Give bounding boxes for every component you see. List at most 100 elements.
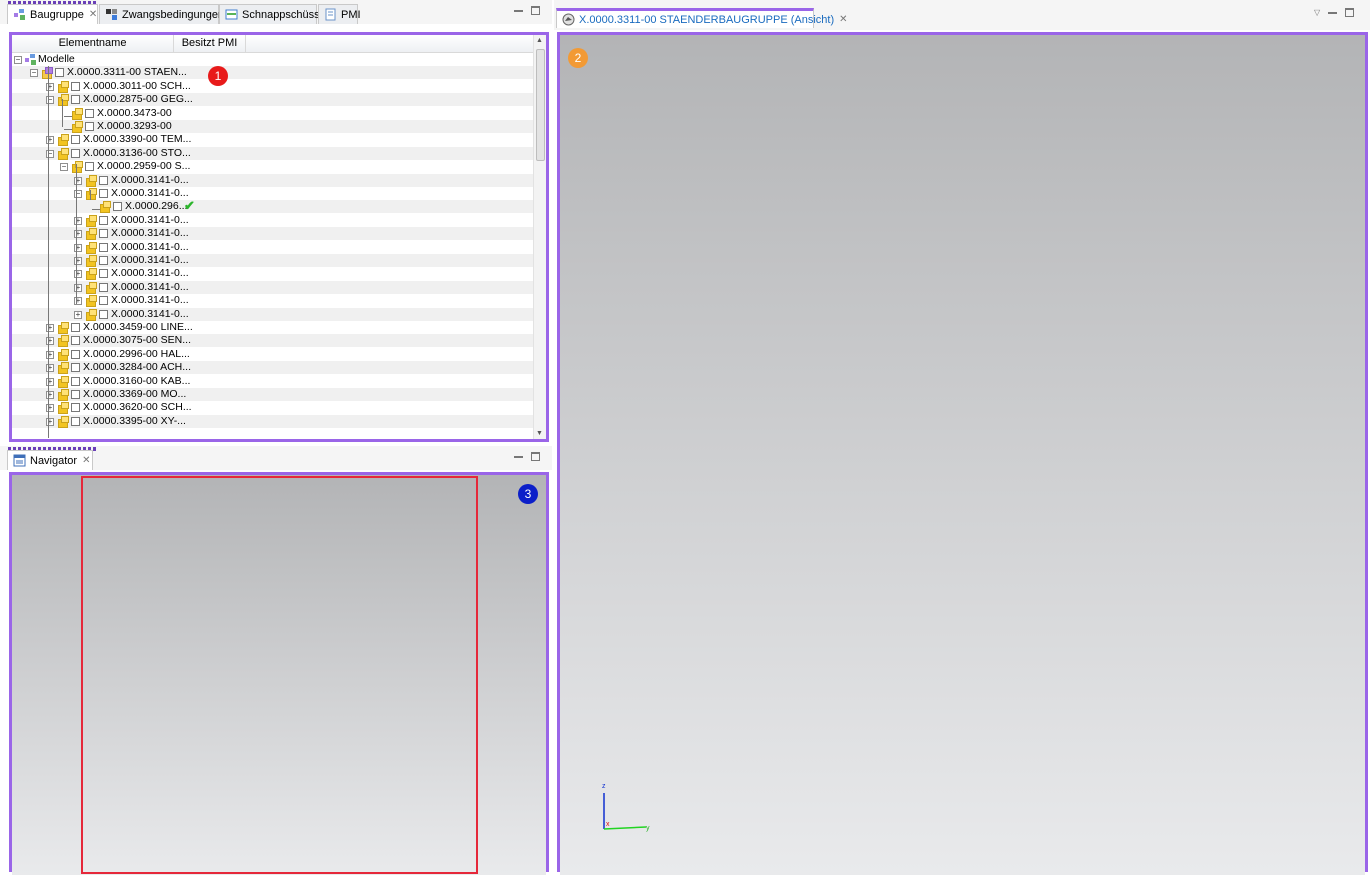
panel-controls <box>514 6 540 15</box>
visibility-checkbox[interactable] <box>85 162 94 172</box>
tree-row[interactable]: − X.0000.3136-00 STO... <box>12 146 533 160</box>
tree-row[interactable]: − X.0000.2875-00 GEG... <box>12 93 533 107</box>
3d-viewport[interactable] <box>560 35 1365 875</box>
tree-row[interactable]: + X.0000.3141-0... <box>12 307 533 321</box>
tree-connector <box>48 66 49 439</box>
tree-row[interactable]: + X.0000.2996-00 HAL... <box>12 348 533 361</box>
tree-row[interactable]: + X.0000.3395-00 XY-... <box>12 414 533 428</box>
collapse-icon[interactable]: − <box>30 69 38 78</box>
scroll-up-icon[interactable]: ▲ <box>536 37 543 44</box>
visibility-checkbox[interactable] <box>71 416 80 426</box>
axis-x-label: x <box>606 821 610 828</box>
visibility-checkbox[interactable] <box>113 202 122 212</box>
tree-row[interactable]: X.0000.296... ✔ <box>12 198 533 214</box>
part-icon <box>85 241 97 254</box>
visibility-checkbox[interactable] <box>99 175 108 185</box>
visibility-checkbox[interactable] <box>71 376 80 386</box>
visibility-checkbox[interactable] <box>71 81 80 91</box>
maximize-icon[interactable] <box>531 452 540 461</box>
visibility-checkbox[interactable] <box>99 229 108 239</box>
visibility-checkbox[interactable] <box>71 323 80 332</box>
visibility-checkbox[interactable] <box>71 148 80 158</box>
maximize-icon[interactable] <box>531 6 540 15</box>
visibility-checkbox[interactable] <box>71 336 80 346</box>
scrollbar-thumb[interactable] <box>536 49 545 161</box>
visibility-checkbox[interactable] <box>99 189 108 198</box>
collapse-icon[interactable]: − <box>14 56 22 64</box>
collapse-icon[interactable]: − <box>60 163 68 172</box>
tab-view[interactable]: X.0000.3311-00 STAENDERBAUGRUPPE (Ansich… <box>556 8 848 28</box>
tree-row[interactable]: X.0000.3473-00 <box>12 107 533 120</box>
tree-row-label: X.0000.3141-0... <box>111 187 189 199</box>
tree-row[interactable]: + X.0000.3620-00 SCH... <box>12 401 533 415</box>
tree-row-label: X.0000.3293-00 <box>97 120 172 132</box>
close-icon[interactable]: ✕ <box>89 9 97 20</box>
tree-row[interactable]: + X.0000.3075-00 SEN... <box>12 334 533 348</box>
tab-navigator[interactable]: Navigator ✕ <box>7 450 93 470</box>
navigator-view-rectangle[interactable] <box>81 476 478 874</box>
visibility-checkbox[interactable] <box>71 135 80 145</box>
tree-row[interactable]: + X.0000.3141-0... <box>12 214 533 227</box>
tree-row[interactable]: X.0000.3293-00 <box>12 120 533 133</box>
tab-label: Zwangsbedingungen <box>122 8 225 21</box>
close-icon[interactable]: ✕ <box>839 14 847 25</box>
tree-row[interactable]: − X.0000.3311-00 STAEN... <box>12 66 533 80</box>
tree-row[interactable]: + X.0000.3459-00 LINE... <box>12 321 533 334</box>
pmi-check-icon: ✔ <box>184 198 195 214</box>
visibility-checkbox[interactable] <box>99 269 108 279</box>
tab-schnappschuesse[interactable]: Schnappschüsse <box>219 4 326 24</box>
view-menu-icon[interactable]: ▽ <box>1314 8 1320 17</box>
visibility-checkbox[interactable] <box>85 108 94 118</box>
snapshot-icon <box>225 8 238 21</box>
visibility-checkbox[interactable] <box>71 95 80 105</box>
tree-scrollbar[interactable]: ▲ ▼ <box>533 35 546 439</box>
maximize-icon[interactable] <box>1345 8 1355 17</box>
visibility-checkbox[interactable] <box>99 296 108 306</box>
visibility-checkbox[interactable] <box>71 403 80 413</box>
visibility-checkbox[interactable] <box>55 68 64 78</box>
tab-label: Navigator <box>30 454 78 467</box>
close-icon[interactable]: ✕ <box>82 455 90 466</box>
minimize-icon[interactable] <box>514 456 523 458</box>
part-icon <box>71 107 83 120</box>
tab-zwangsbedingungen[interactable]: Zwangsbedingungen <box>99 4 224 24</box>
tree-header: Elementname Besitzt PMI <box>12 35 533 53</box>
visibility-checkbox[interactable] <box>99 309 108 319</box>
tree-row[interactable]: + X.0000.3141-0... <box>12 227 533 241</box>
tree-row[interactable]: − Modelle <box>12 53 533 66</box>
expand-icon[interactable]: + <box>74 310 82 319</box>
minimize-icon[interactable] <box>1328 12 1338 14</box>
column-header-elementname[interactable]: Elementname <box>12 35 174 52</box>
tree-row[interactable]: + X.0000.3141-0... <box>12 294 533 308</box>
tab-baugruppe[interactable]: Baugruppe ✕ <box>7 4 98 24</box>
tree-row[interactable]: + X.0000.3141-0... <box>12 280 533 294</box>
visibility-checkbox[interactable] <box>99 215 108 225</box>
tree-row[interactable]: + X.0000.3141-0... <box>12 173 533 187</box>
minimize-icon[interactable] <box>514 10 523 12</box>
tree-row[interactable]: + X.0000.3160-00 KAB... <box>12 375 533 388</box>
tree-row[interactable]: + X.0000.3369-00 MO... <box>12 388 533 401</box>
tab-pmi[interactable]: PMI <box>318 4 361 24</box>
visibility-checkbox[interactable] <box>99 256 108 265</box>
part-icon <box>85 255 97 267</box>
column-header-besitzt-pmi[interactable]: Besitzt PMI <box>174 35 246 52</box>
part-icon <box>57 362 69 375</box>
visibility-checkbox[interactable] <box>99 282 108 292</box>
part-icon <box>85 295 97 308</box>
tree-row[interactable]: + X.0000.3141-0... <box>12 267 533 281</box>
visibility-checkbox[interactable] <box>71 390 80 399</box>
visibility-checkbox[interactable] <box>85 122 94 131</box>
tree-row[interactable]: + X.0000.3011-00 SCH... <box>12 80 533 93</box>
tree-row[interactable]: − X.0000.2959-00 S... <box>12 160 533 174</box>
tree-connector <box>90 189 91 200</box>
tree-row[interactable]: + X.0000.3390-00 TEM... <box>12 133 533 147</box>
scroll-down-icon[interactable]: ▼ <box>536 430 543 437</box>
visibility-checkbox[interactable] <box>99 242 108 252</box>
pmi-icon <box>324 8 337 21</box>
visibility-checkbox[interactable] <box>71 363 80 373</box>
tree-row[interactable]: + X.0000.3141-0... <box>12 241 533 254</box>
part-icon <box>99 201 111 214</box>
visibility-checkbox[interactable] <box>71 349 80 359</box>
tree-row[interactable]: + X.0000.3284-00 ACH... <box>12 361 533 375</box>
tree-row[interactable]: + X.0000.3141-0... <box>12 254 533 267</box>
